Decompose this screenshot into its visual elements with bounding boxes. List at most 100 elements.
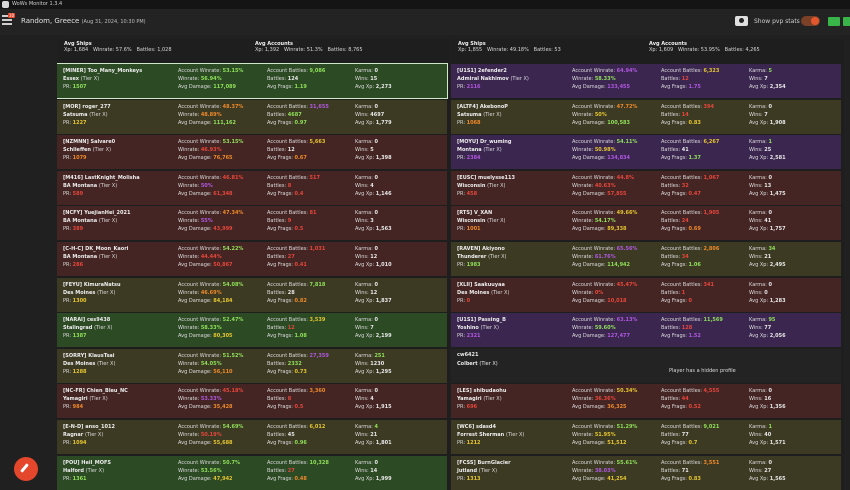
stat-dmg-value: 80,305 (213, 333, 233, 340)
player-card[interactable]: [SORRY] KlausTsai Des Moines (Tier X) PR: … (57, 348, 447, 383)
folder-secondary-icon[interactable] (843, 17, 850, 26)
ship-tier: (Tier X) (89, 396, 108, 403)
stat-acc_b-label: Account Battles: (661, 246, 702, 252)
player-card[interactable]: [NC-FR] Chien_Bleu_NC Yamagiri (Tier X) PR… (57, 384, 447, 419)
stat-wins-label: Wins: (749, 254, 763, 260)
player-card[interactable]: [XLII] Saakuuyaa Des Moines (Tier X) PR: 0… (451, 277, 841, 312)
player-card[interactable]: [C-H-C] DK_Moon_Kaori BA Montana (Tier X)… (57, 242, 447, 276)
stat-acc_b-label: Account Battles: (661, 388, 702, 395)
stat-pr-label: PR: (457, 155, 466, 162)
player-name: [WC6] sdasd4 (457, 424, 496, 430)
stat-pr-value: 1983 (466, 262, 481, 268)
stat-dmg-value: 56,110 (213, 368, 233, 375)
player-card[interactable]: [FCSS] BurnGlacier Jutland (Tier X) PR: 13… (451, 455, 841, 490)
player-card[interactable]: [NARAI] ces9438 Stalingrad (Tier X) PR: 13… (57, 313, 447, 348)
stat-wr-label: Winrate: (178, 360, 200, 367)
player-card[interactable]: [MINER] Too_Many_Monkeys Essex (Tier X) PR… (57, 63, 448, 99)
stat-wr-label: Winrate: (178, 76, 200, 82)
stat-karma-label: Karma: (355, 210, 373, 217)
stat-wr-value: 48.89% (200, 111, 222, 118)
stat-pr: PR: 589 (63, 190, 83, 198)
player-card[interactable]: [POU] Heil_MOFS Halford (Tier X) PR: 1361 A… (57, 455, 447, 490)
stat-frags-value: 0.67 (294, 155, 307, 162)
stat-dmg-value: 51,512 (607, 440, 627, 446)
stat-wr: Winrate: 50% (178, 182, 213, 190)
ship-tier: (Tier X) (80, 76, 100, 82)
stat-acc_wr-label: Account Winrate: (178, 424, 222, 430)
stat-karma-value: 0 (374, 388, 378, 395)
stat-acc_b: Account Battles: 394 (661, 103, 714, 111)
stat-wr-label: Winrate: (572, 111, 594, 118)
ship-name: BA Montana (Tier X) (63, 253, 117, 261)
player-card[interactable]: [RAVEN] Akiyono Thunderer (Tier X) PR: 198… (451, 242, 841, 276)
stat-wr: Winrate: 46.69% (178, 289, 222, 297)
stat-acc_wr-value: 54.11% (616, 139, 638, 146)
stat-acc_b-value: 6,267 (703, 139, 720, 146)
stat-dmg: Avg Damage: 127,477 (572, 332, 630, 340)
avg-ships-xp: Xp: 1,684 (64, 47, 89, 53)
stat-dmg-label: Avg Damage: (178, 368, 212, 375)
player-card[interactable]: [NZMNN] Salvare0 Schlieffen (Tier X) PR: 1… (57, 135, 447, 170)
stat-frags-value: 0.47 (688, 190, 701, 197)
stat-karma: Karma: 1 (749, 138, 772, 146)
stat-pr: PR: 0 (457, 297, 470, 305)
stat-dmg: Avg Damage: 100,583 (572, 119, 630, 127)
stat-b-label: Battles: (661, 218, 681, 225)
stat-frags-value: 1.37 (688, 155, 701, 162)
stat-acc_wr-label: Account Winrate: (178, 210, 222, 217)
stat-frags-label: Avg Frags: (661, 404, 687, 411)
stat-karma-value: 1 (768, 139, 772, 146)
player-card[interactable]: [LES] shibudaohu Yamagiri (Tier X) PR: 696… (451, 384, 841, 419)
player-card[interactable]: [M416] LastKnight_Molisha BA Montana (Tie… (57, 170, 447, 205)
stat-pr-label: PR: (63, 262, 72, 268)
player-name: [U1S1] 2efender2 (457, 68, 507, 74)
stat-pr: PR: 2116 (457, 83, 481, 91)
player-card[interactable]: [MOYU] Dr_wuming Montana (Tier X) PR: 2384… (451, 135, 841, 170)
player-card[interactable]: [E-N-D] anso_1012 Ragnar (Tier X) PR: 1094… (57, 420, 447, 454)
stat-pr-value: 1300 (72, 297, 87, 304)
player-name: [RAVEN] Akiyono (457, 246, 505, 252)
ship-tier: (Tier X) (483, 111, 502, 118)
stat-karma: Karma: 0 (355, 174, 378, 182)
player-card[interactable]: [MOR] roger_277 Satsuma (Tier X) PR: 1227 A… (57, 99, 447, 134)
pvp-stats-toggle[interactable] (801, 16, 820, 26)
stat-wr-label: Winrate: (572, 254, 594, 260)
stat-wr-value: 50% (594, 111, 607, 118)
stat-pr-label: PR: (457, 404, 466, 411)
stat-karma-value: 0 (768, 281, 772, 288)
player-card[interactable]: [WC6] sdasd4 Forrest Sherman (Tier X) PR: … (451, 420, 841, 454)
stat-frags-value: 0.48 (294, 475, 307, 482)
stat-xp: Avg Xp: 1,915 (355, 403, 392, 411)
team-left-panel: Avg Ships Xp: 1,684 Winrate: 57.6% Battl… (57, 39, 450, 490)
stat-pr: PR: 984 (63, 403, 83, 411)
stat-frags-value: 0.73 (294, 368, 307, 375)
stat-dmg-value: 111,162 (213, 119, 237, 126)
ship-tier: (Tier X) (97, 289, 116, 296)
stat-wr: Winrate: 0% (572, 289, 603, 297)
stat-frags: Avg Frags: 0.48 (267, 475, 307, 483)
player-card[interactable]: [RTS] V_XAN Wisconsin (Tier X) PR: 1001 Acc… (451, 206, 841, 241)
stat-wins-value: 3 (370, 218, 374, 225)
player-card[interactable]: [NCFY] YuejianHei_2021 BA Montana (Tier X… (57, 206, 447, 241)
stat-b-label: Battles: (267, 111, 287, 118)
stat-acc_b-label: Account Battles: (267, 352, 308, 359)
stat-acc_wr-label: Account Winrate: (178, 139, 222, 146)
stat-xp-value: 2,199 (375, 333, 392, 340)
stat-pr: PR: 286 (63, 261, 83, 269)
folder-icon[interactable] (828, 17, 840, 26)
stat-pr: PR: 1068 (457, 119, 481, 127)
player-card[interactable]: [ALTF4] AkebonoP Satsuma (Tier X) PR: 1068… (451, 99, 841, 134)
ship-name: Essex (Tier X) (63, 75, 99, 83)
player-card-hidden[interactable]: cw6421 Colbert (Tier X) Player has a hidde… (451, 348, 841, 383)
player-card[interactable]: [FEYU] KimuraNatsu Des Moines (Tier X) PR:… (57, 277, 447, 312)
stat-pr: PR: 1094 (63, 439, 87, 447)
stat-xp-value: 1,915 (375, 404, 392, 411)
player-card[interactable]: [U1S1] Passing_B Yoshino (Tier X) PR: 2321… (451, 313, 841, 348)
player-card[interactable]: [U1S1] 2efender2 Admiral Nakhimov (Tier X… (451, 64, 841, 98)
stat-pr: PR: 1983 (457, 261, 481, 269)
stat-pr-value: 0 (466, 297, 471, 304)
edit-button[interactable] (14, 457, 38, 481)
player-card[interactable]: [EUSC] muelysse113 Wisconsin (Tier X) PR: … (451, 170, 841, 205)
camera-icon[interactable] (735, 16, 748, 26)
stat-acc_b-label: Account Battles: (661, 459, 702, 466)
